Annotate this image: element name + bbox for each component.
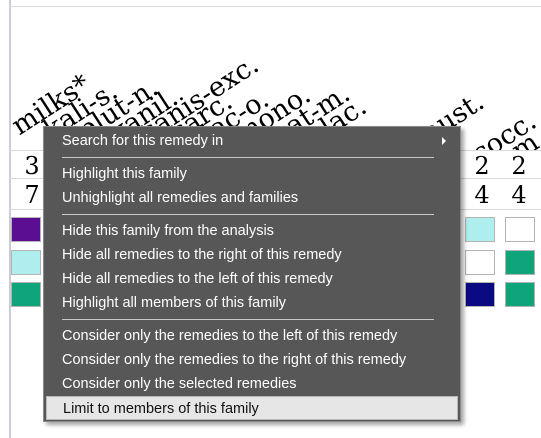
menu-separator [62,157,434,158]
grade-cell[interactable] [465,250,495,275]
menu-item-consider-left[interactable]: Consider only the remedies to the left o… [46,324,458,348]
menu-item-highlight-family[interactable]: Highlight this family [46,162,458,186]
menu-item-consider-right[interactable]: Consider only the remedies to the right … [46,348,458,372]
context-menu: Search for this remedy in Highlight this… [43,126,461,422]
total-score: 4 [511,181,527,209]
menu-separator [62,319,434,320]
menu-item-hide-right[interactable]: Hide all remedies to the right of this r… [46,243,458,267]
grade-cell[interactable] [505,250,535,275]
menu-item-consider-selected[interactable]: Consider only the selected remedies [46,372,458,396]
grade-cell[interactable] [505,282,535,307]
symptom-count: 2 [511,152,527,180]
menu-item-hide-left[interactable]: Hide all remedies to the left of this re… [46,267,458,291]
menu-separator [62,214,434,215]
menu-item-label: Search for this remedy in [62,133,224,149]
grade-cell[interactable] [11,250,41,275]
grade-cell[interactable] [465,217,495,242]
symptom-count: 2 [474,152,490,180]
total-score: 4 [474,181,490,209]
menu-item-highlight-members[interactable]: Highlight all members of this family [46,291,458,315]
menu-item-limit-family[interactable]: Limit to members of this family [46,396,458,420]
grade-cell[interactable] [11,217,41,242]
menu-item-hide-family[interactable]: Hide this family from the analysis [46,219,458,243]
grade-cell[interactable] [11,282,41,307]
grade-cell[interactable] [505,217,535,242]
menu-item-search-remedy[interactable]: Search for this remedy in [46,129,458,153]
grade-cell[interactable] [465,282,495,307]
menu-item-unhighlight-all[interactable]: Unhighlight all remedies and families [46,186,458,210]
submenu-arrow-icon [442,137,446,145]
